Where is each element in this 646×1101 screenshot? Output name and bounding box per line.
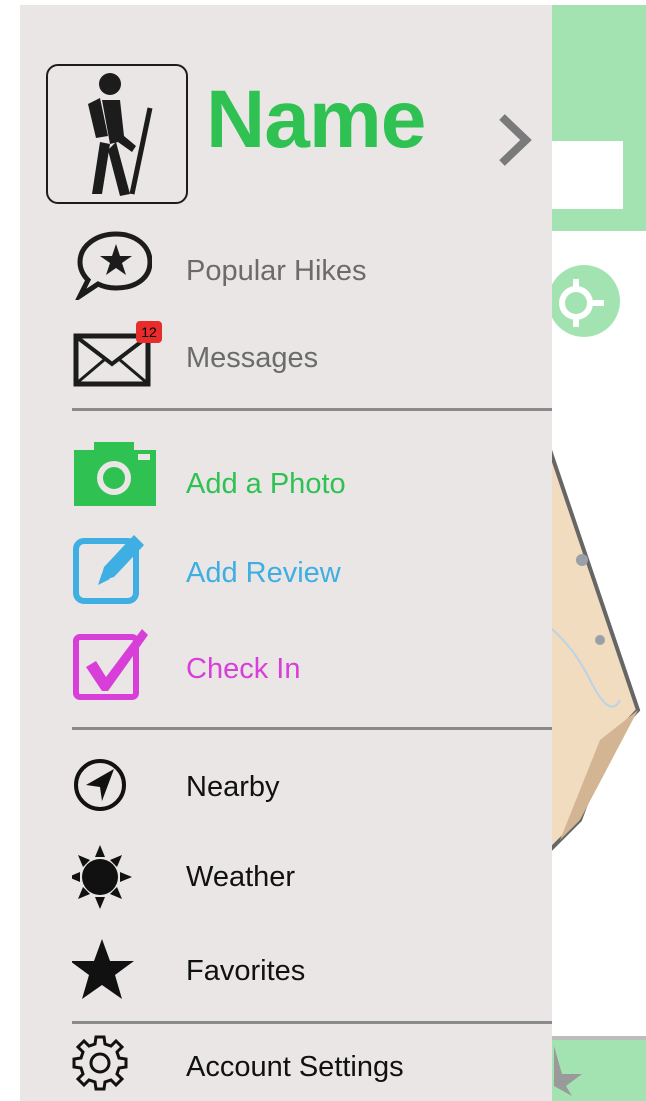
messages-badge: 12	[136, 321, 162, 343]
profile-name[interactable]: Name	[206, 79, 426, 161]
divider	[72, 727, 552, 730]
star-icon	[72, 937, 152, 1007]
sun-icon	[72, 843, 152, 913]
menu-label-add-review: Add Review	[186, 557, 341, 589]
menu-item-account-settings[interactable]: Account Settings	[20, 1031, 552, 1101]
edit-icon	[72, 529, 152, 604]
crosshair-icon	[559, 279, 604, 327]
divider	[72, 408, 552, 411]
menu-item-add-review[interactable]: Add Review	[20, 529, 552, 604]
camera-icon	[72, 440, 156, 510]
speech-bubble-star-icon	[72, 230, 152, 300]
menu-item-popular-hikes[interactable]: Popular Hikes	[20, 230, 552, 300]
menu-item-check-in[interactable]: Check In	[20, 627, 552, 700]
hiker-icon	[88, 73, 153, 196]
gear-icon	[72, 1031, 152, 1101]
app-search-field	[540, 141, 623, 209]
menu-label-check-in: Check In	[186, 653, 301, 685]
navigation-drawer: Name Popular Hikes Messages 12 Add a Pho…	[20, 5, 552, 1101]
menu-item-add-photo[interactable]: Add a Photo	[20, 440, 552, 510]
menu-label-popular-hikes: Popular Hikes	[186, 255, 367, 287]
menu-label-nearby: Nearby	[186, 771, 280, 803]
divider	[72, 1021, 552, 1024]
navigation-arrow-icon	[72, 753, 152, 823]
menu-item-messages[interactable]: Messages	[20, 320, 552, 390]
menu-label-account-settings: Account Settings	[186, 1051, 404, 1083]
menu-label-messages: Messages	[186, 342, 319, 374]
app-footer	[540, 1040, 646, 1101]
profile-avatar[interactable]	[46, 64, 188, 204]
menu-label-weather: Weather	[186, 861, 296, 893]
locate-button	[548, 265, 620, 337]
menu-label-add-photo: Add a Photo	[186, 468, 346, 500]
menu-label-favorites: Favorites	[186, 955, 306, 987]
menu-item-favorites[interactable]: Favorites	[20, 937, 552, 1007]
checkbox-icon	[72, 627, 152, 700]
chevron-right-icon[interactable]	[498, 113, 532, 167]
menu-item-weather[interactable]: Weather	[20, 843, 552, 913]
menu-item-nearby[interactable]: Nearby	[20, 753, 552, 823]
